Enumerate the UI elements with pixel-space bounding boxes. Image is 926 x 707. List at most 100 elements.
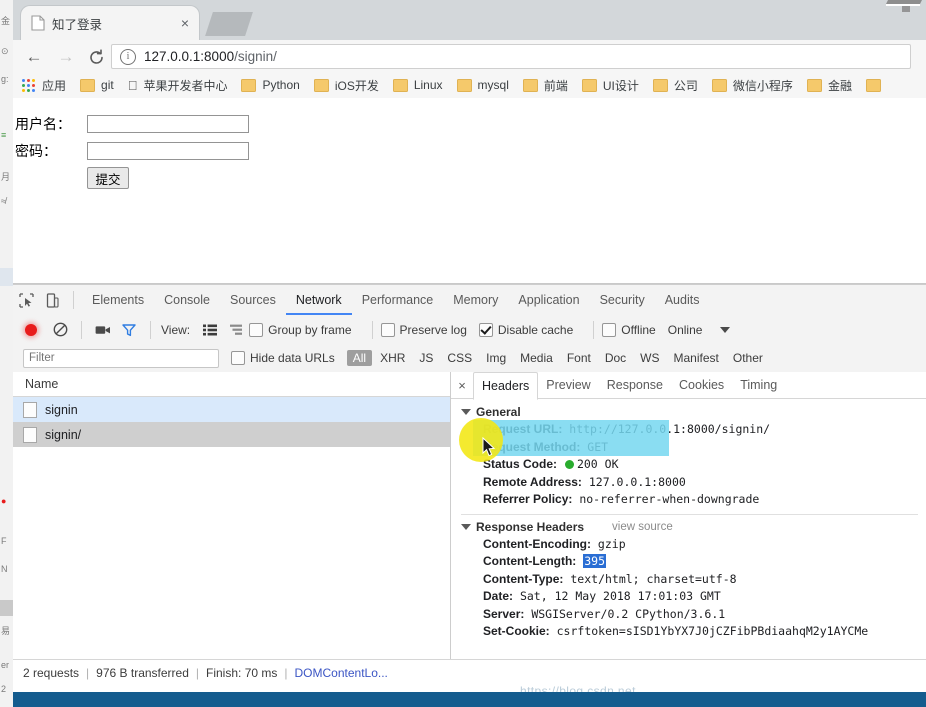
bookmark-ios[interactable]: iOS开发 [313,77,379,94]
status-ok-icon [564,460,574,469]
throttling-select[interactable]: Online [668,323,703,337]
preserve-log-checkbox[interactable]: Preserve log [380,322,467,337]
close-icon[interactable]: × [451,378,473,393]
tab-timing[interactable]: Timing [732,372,785,398]
devtools-panel: Elements Console Sources Network Perform… [13,284,926,707]
column-header-name[interactable]: Name [13,372,450,397]
filter-type-ws[interactable]: WS [634,350,665,366]
group-by-frame-checkbox[interactable]: Group by frame [249,322,352,337]
tab-sources[interactable]: Sources [220,286,286,315]
header-key: Date: [483,589,514,603]
general-section-title[interactable]: General [461,405,926,419]
address-bar[interactable]: i 127.0.0.1:8000/signin/ [111,44,911,69]
response-headers-section-title[interactable]: Response Headers view source [461,520,926,534]
tab-headers[interactable]: Headers [473,372,539,400]
bookmark-frontend[interactable]: 前端 [522,77,568,94]
bookmark-label: 前端 [534,78,568,93]
tab-preview[interactable]: Preview [538,372,598,398]
header-value: gzip [597,536,626,551]
apps-grid-icon[interactable] [22,78,35,92]
tab-network[interactable]: Network [286,286,352,315]
checkbox-box[interactable] [249,322,264,337]
reload-icon[interactable] [83,44,109,70]
filter-type-all[interactable]: All [346,350,373,366]
bookmark-company[interactable]: 公司 [652,77,698,94]
header-value: 395 [583,554,607,568]
bookmark-finance[interactable]: 金融 [806,77,852,94]
bookmark-mysql[interactable]: mysql [456,78,509,92]
list-view-icon[interactable] [197,317,223,343]
network-filter-row: Hide data URLs All XHR JS CSS Img Media … [13,344,926,373]
bookmark-python[interactable]: Python [241,78,300,92]
filter-type-other[interactable]: Other [727,350,769,366]
filter-type-js[interactable]: JS [413,350,439,366]
device-toolbar-icon[interactable] [39,287,65,313]
filter-type-css[interactable]: CSS [441,350,478,366]
window-controls[interactable] [880,0,926,26]
tab-performance[interactable]: Performance [352,286,444,315]
site-info-icon[interactable]: i [120,48,136,65]
request-name: signin/ [45,427,82,442]
header-value: no-referrer-when-downgrade [579,492,760,506]
offline-checkbox[interactable]: Offline [602,322,656,337]
filter-type-media[interactable]: Media [514,350,559,366]
filter-type-font[interactable]: Font [561,350,597,366]
submit-button[interactable]: 提交 [87,167,129,189]
checkbox-box[interactable] [231,351,245,365]
bookmark-ui-design[interactable]: UI设计 [581,77,639,94]
filter-input[interactable] [23,348,219,368]
tab-security[interactable]: Security [590,286,655,315]
bookmark-linux[interactable]: Linux [392,78,443,92]
clear-icon[interactable] [47,317,73,343]
table-row[interactable]: signin [13,397,450,422]
record-icon[interactable] [25,323,37,336]
request-name: signin [45,402,78,417]
disable-cache-checkbox[interactable]: Disable cache [478,322,573,337]
folder-icon [80,78,96,92]
tab-console[interactable]: Console [154,286,220,315]
request-list-panel: Name signin signin/ [13,372,451,659]
status-divider: | [195,665,200,680]
tab-response[interactable]: Response [599,372,671,398]
view-source-link[interactable]: view source [612,521,673,533]
folder-icon [652,78,668,92]
checkbox-box[interactable] [478,322,493,337]
tab-strip: 知了登录 × [13,0,926,40]
tab-elements[interactable]: Elements [82,286,154,315]
username-input[interactable] [87,115,249,133]
back-icon[interactable]: ← [21,44,47,70]
bookmark-overflow-folder[interactable] [865,78,887,92]
username-label: 用户名： [15,117,71,133]
waterfall-view-icon[interactable] [223,317,249,343]
camera-icon[interactable] [90,317,116,343]
group-by-frame-label: Group by frame [268,322,352,337]
header-key: Content-Length: [483,554,577,568]
table-row[interactable]: signin/ [13,422,450,447]
checkbox-box[interactable] [380,322,395,337]
bookmark-apple-dev[interactable]:  苹果开发者中心 [128,77,228,94]
new-tab-button[interactable] [205,12,253,36]
browser-tab[interactable]: 知了登录 × [21,6,199,40]
filter-type-img[interactable]: Img [480,350,512,366]
bookmark-git[interactable]: git [80,78,114,92]
filter-type-doc[interactable]: Doc [599,350,632,366]
filter-type-manifest[interactable]: Manifest [668,350,725,366]
tab-application[interactable]: Application [508,286,589,315]
apple-icon:  [128,78,138,93]
bookmark-apps[interactable]: 应用 [42,77,66,94]
filter-type-xhr[interactable]: XHR [374,350,411,366]
password-input[interactable] [87,142,249,160]
forward-icon[interactable]: → [53,44,79,70]
toolbar-divider [150,320,151,339]
tab-memory[interactable]: Memory [443,286,508,315]
hide-data-urls-checkbox[interactable]: Hide data URLs [231,351,335,365]
checkbox-box[interactable] [602,322,617,337]
close-icon[interactable]: × [177,15,193,31]
bookmark-wechat-miniprogram[interactable]: 微信小程序 [711,77,793,94]
chevron-down-icon[interactable] [720,326,731,333]
tab-cookies[interactable]: Cookies [671,372,732,398]
request-details-panel: × Headers Preview Response Cookies Timin… [451,372,926,659]
tab-audits[interactable]: Audits [655,286,710,315]
filter-icon[interactable] [116,317,142,343]
inspect-element-icon[interactable] [13,287,39,313]
